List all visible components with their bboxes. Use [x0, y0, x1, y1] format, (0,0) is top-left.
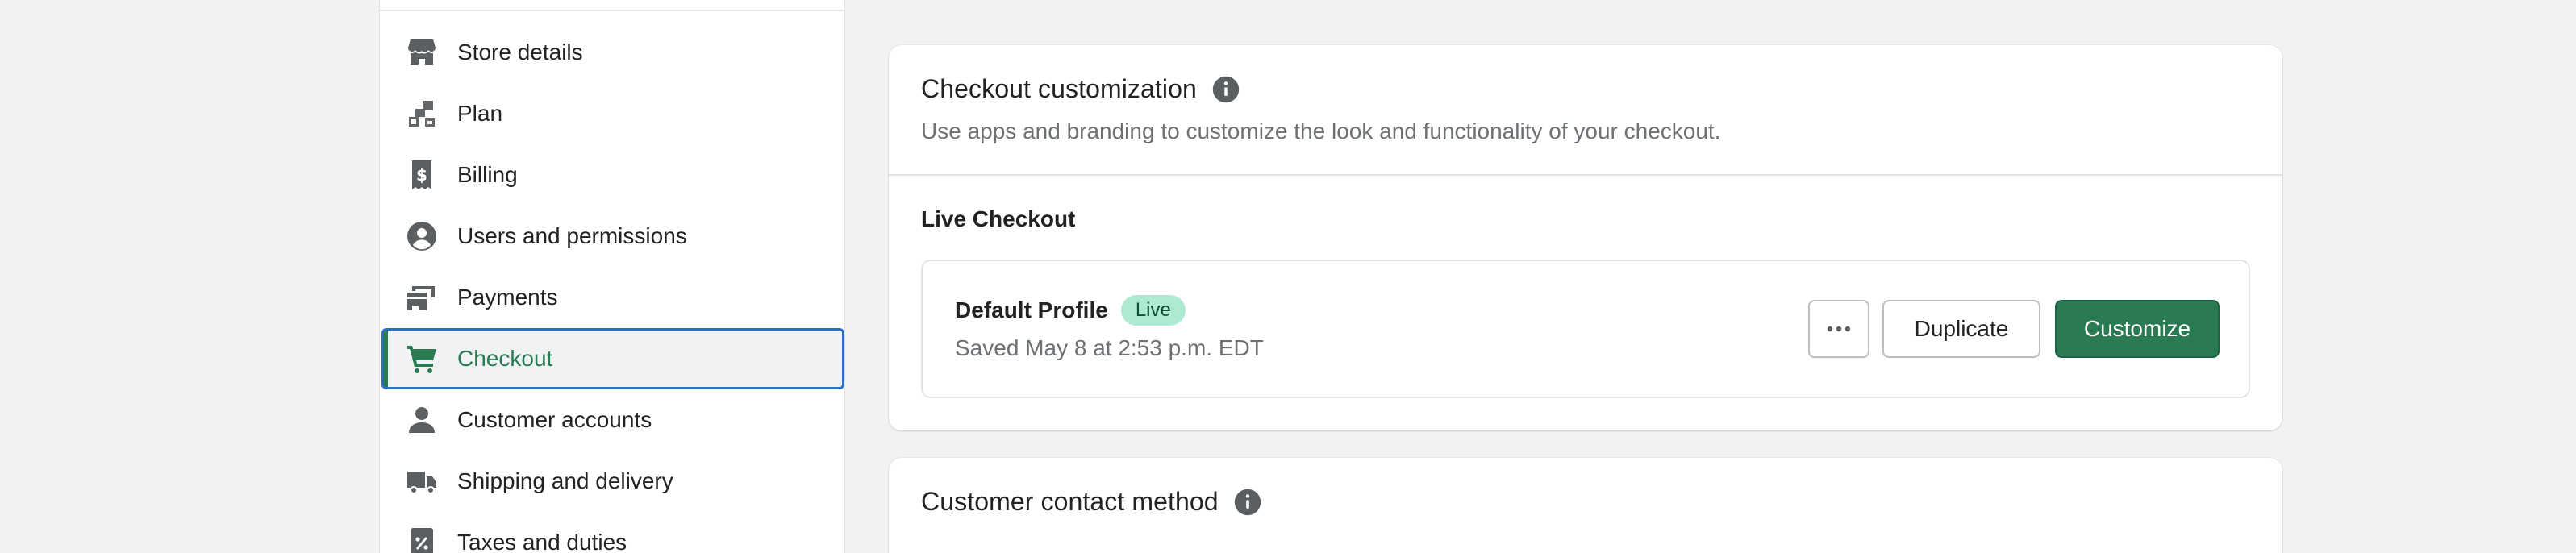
billing-icon: $ — [406, 159, 438, 191]
more-actions-button[interactable] — [1808, 300, 1869, 358]
sidebar-item-billing[interactable]: $ Billing — [380, 144, 846, 206]
cart-icon — [406, 343, 438, 375]
sidebar-item-label: Taxes and duties — [457, 530, 627, 553]
sidebar-item-users-and-permissions[interactable]: Users and permissions — [380, 206, 846, 267]
person-icon — [406, 404, 438, 436]
customize-button[interactable]: Customize — [2055, 300, 2220, 358]
sidebar-item-label: Shipping and delivery — [457, 468, 673, 493]
live-checkout-heading: Live Checkout — [921, 206, 1076, 231]
card-divider — [889, 174, 2282, 176]
sidebar-item-label: Customer accounts — [457, 407, 652, 432]
sidebar-item-taxes-and-duties[interactable]: Taxes and duties — [380, 512, 846, 553]
tax-icon — [406, 526, 438, 553]
sidebar-item-checkout[interactable]: Checkout — [381, 328, 844, 389]
sidebar-item-plan[interactable]: Plan — [380, 83, 846, 144]
info-icon[interactable] — [1233, 488, 1262, 517]
profile-name: Default Profile — [955, 297, 1108, 322]
profile-saved-timestamp: Saved May 8 at 2:53 p.m. EDT — [955, 335, 1264, 360]
sidebar-item-store-details[interactable]: Store details — [380, 22, 846, 83]
settings-sidebar: Store details Plan $ Billing Users and p… — [379, 0, 845, 553]
sidebar-item-label: Store details — [457, 40, 583, 64]
checkout-customization-card: Checkout customization Use apps and bran… — [889, 45, 2282, 430]
settings-page: Store details Plan $ Billing Users and p… — [0, 0, 2576, 553]
ellipsis-icon — [1827, 326, 1851, 332]
checkout-profile-row: Default Profile Live Saved May 8 at 2:53… — [921, 260, 2250, 398]
sidebar-item-label: Users and permissions — [457, 223, 687, 248]
card-title: Customer contact method — [921, 487, 1219, 516]
live-status-badge: Live — [1120, 295, 1186, 326]
svg-text:$: $ — [416, 165, 427, 185]
card-title: Checkout customization — [921, 74, 1197, 103]
info-icon[interactable] — [1211, 75, 1240, 104]
duplicate-button[interactable]: Duplicate — [1882, 300, 2040, 358]
plan-icon — [406, 98, 438, 130]
sidebar-item-payments[interactable]: Payments — [380, 267, 846, 328]
card-subtitle: Use apps and branding to customize the l… — [921, 118, 1721, 143]
sidebar-item-label: Billing — [457, 162, 518, 187]
sidebar-item-label: Checkout — [457, 346, 553, 371]
user-circle-icon — [406, 220, 438, 252]
sidebar-item-shipping-and-delivery[interactable]: Shipping and delivery — [380, 451, 846, 512]
sidebar-divider — [380, 10, 844, 11]
payments-icon — [406, 281, 438, 314]
sidebar-item-label: Payments — [457, 285, 558, 310]
store-icon — [406, 36, 438, 69]
sidebar-item-customer-accounts[interactable]: Customer accounts — [380, 389, 846, 451]
sidebar-item-label: Plan — [457, 101, 503, 126]
customer-contact-method-card: Customer contact method — [889, 458, 2282, 553]
truck-icon — [406, 465, 438, 497]
